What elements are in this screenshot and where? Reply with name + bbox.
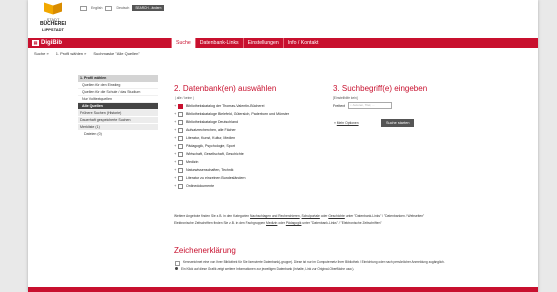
search-start-button[interactable]: Suche starten	[381, 119, 415, 127]
checkbox[interactable]	[178, 103, 183, 109]
select-all-none[interactable]: | alle / keine |	[175, 96, 194, 100]
breadcrumb: Suche » 1. Profil wählen » Suchmaske "Al…	[34, 51, 140, 56]
info-icon	[175, 267, 178, 270]
book-logo-icon	[44, 2, 62, 15]
de-flag-icon	[105, 5, 113, 11]
nav-tabs: Suche Datenbank-Links Einstellungen Info…	[171, 38, 322, 48]
sidebar-item-alle-quellen[interactable]: Alle Quellen	[78, 103, 158, 110]
database-list: + Bibliothekskatalog der Thomas-Valentin-…	[174, 102, 289, 190]
info-line-2: Elektronische Zeitschriften finden Sie z…	[174, 221, 382, 225]
expand-icon[interactable]: +	[174, 183, 177, 189]
breadcrumb-current: Suchmaske "Alle Quellen"	[93, 51, 140, 56]
sidebar-item-historie[interactable]: Frühere Suchen (Historie)	[78, 110, 158, 117]
expand-icon[interactable]: +	[174, 111, 177, 117]
schulportale-link[interactable]: Schulportale	[302, 214, 320, 218]
sidebar-item-schule[interactable]: Quellen für die Schule / das Studium	[78, 89, 158, 96]
list-item[interactable]: + Bibliothekskatalog der Thomas-Valentin-…	[174, 102, 289, 110]
list-item[interactable]: + Medizin	[174, 158, 289, 166]
checkbox[interactable]	[178, 127, 183, 133]
tab-datenbank-links[interactable]: Datenbank-Links	[194, 38, 243, 48]
tab-einstellungen[interactable]: Einstellungen	[242, 38, 283, 48]
search-placeholder: Autoren, Titel, ...	[352, 103, 375, 107]
info-line-1: Weitere Angebote finden Sie z.B. in den …	[174, 214, 425, 218]
expand-icon[interactable]: +	[174, 175, 177, 181]
checkbox[interactable]	[178, 183, 183, 189]
sidebar-item-gespeichert[interactable]: Dauerhaft gespeicherte Suchen	[78, 117, 158, 124]
checkbox[interactable]	[178, 143, 183, 149]
list-item[interactable]: + Literatur, Kunst, Kultur, Medien	[174, 134, 289, 142]
legend-row-licensed: Kennzeichnet eine von Ihrer Bibliothek f…	[175, 260, 535, 266]
checkbox[interactable]	[178, 175, 183, 181]
sidebar-item-merkliste[interactable]: Merkliste (1)	[78, 124, 158, 131]
search-row: Freitext ⌕ Autoren, Titel, ...	[333, 102, 392, 109]
geschichte-link[interactable]: Geschichte	[328, 214, 345, 218]
expand-icon[interactable]: +	[174, 119, 177, 125]
freitext-label: Freitext	[333, 103, 345, 108]
license-icon	[175, 260, 180, 266]
expand-icon[interactable]: +	[174, 135, 177, 141]
checkbox[interactable]	[178, 151, 183, 157]
checkbox[interactable]	[178, 135, 183, 141]
tab-info-kontakt[interactable]: Info / Kontakt	[282, 38, 323, 48]
paedagogik-link[interactable]: Pädagogik	[286, 221, 302, 225]
list-item[interactable]: + Naturwissenschaften, Technik	[174, 166, 289, 174]
library-logo[interactable]: STADT BÜCHEREI LIPPSTADT	[34, 2, 72, 34]
expand-icon[interactable]: +	[174, 151, 177, 157]
breadcrumb-suche[interactable]: Suche »	[34, 51, 49, 56]
tab-suche[interactable]: Suche	[171, 38, 195, 48]
checkbox[interactable]	[178, 111, 183, 117]
language-links: English Deutsch SEARCH - ändern	[80, 5, 165, 11]
checkbox[interactable]	[178, 167, 183, 173]
page: STADT BÜCHEREI LIPPSTADT English Deutsch…	[28, 0, 538, 292]
expand-icon[interactable]: +	[174, 127, 177, 133]
checkbox[interactable]	[178, 159, 183, 165]
list-item[interactable]: + Onlinedokumente	[174, 182, 289, 190]
sidebar: 1. Profil wählen Quellen für den Einstie…	[78, 75, 158, 137]
footer-bar	[28, 287, 538, 292]
deutsch-link[interactable]: Deutsch	[116, 6, 129, 10]
top-bar: STADT BÜCHEREI LIPPSTADT English Deutsch…	[28, 0, 538, 38]
digibib-brand[interactable]: ▤ DigiBib	[32, 39, 62, 47]
section3-title: 3. Suchbegriff(e) eingeben	[333, 84, 428, 93]
expand-icon[interactable]: +	[174, 167, 177, 173]
uk-flag-icon	[80, 5, 87, 11]
expand-icon[interactable]: +	[174, 143, 177, 149]
search-change-button[interactable]: SEARCH - ändern	[132, 5, 165, 11]
brand-label: DigiBib	[41, 40, 62, 46]
sidebar-item-volltext[interactable]: Nur Volltextquellen	[78, 96, 158, 103]
list-item[interactable]: + Wirtschaft, Gesellschaft, Geschichte	[174, 150, 289, 158]
sidebar-header: 1. Profil wählen	[78, 75, 158, 82]
search-input[interactable]: ⌕ Autoren, Titel, ...	[347, 102, 392, 109]
einstellhilfe-label: [Einstellhilfe kein]	[333, 96, 358, 100]
mehr-optionen-link[interactable]: » Mehr Optionen	[334, 121, 359, 125]
logo-line3: LIPPSTADT	[42, 27, 64, 32]
list-item[interactable]: + Literatur zu einzelnen Bundesländern	[174, 174, 289, 182]
medizin-link[interactable]: Medizin	[266, 221, 277, 225]
digibib-logo-icon: ▤	[32, 40, 39, 46]
expand-icon[interactable]: +	[174, 159, 177, 165]
search-icon: ⌕	[349, 103, 352, 107]
legend-row-info: Ein Klick auf diese Grafik zeigt weitere…	[175, 267, 535, 272]
section2-title: 2. Datenbank(en) auswählen	[174, 84, 277, 93]
legend: Kennzeichnet eine von Ihrer Bibliothek f…	[175, 260, 535, 272]
english-link[interactable]: English	[91, 6, 102, 10]
legend-title: Zeichenerklärung	[174, 246, 236, 255]
list-item[interactable]: + Bibliothekskataloge Deutschland	[174, 118, 289, 126]
breadcrumb-profil[interactable]: 1. Profil wählen »	[56, 51, 87, 56]
nachschlagen-link[interactable]: Nachschlagen und Recherchieren	[250, 214, 300, 218]
list-item[interactable]: + Aufsatzrecherchen, alle Fächer	[174, 126, 289, 134]
main-nav: ▤ DigiBib Suche Datenbank-Links Einstell…	[28, 38, 538, 48]
sidebar-item-einstieg[interactable]: Quellen für den Einstieg	[78, 82, 158, 89]
expand-icon[interactable]: +	[174, 103, 177, 109]
sidebar-item-dateien[interactable]: Dateien (0)	[78, 131, 158, 137]
list-item[interactable]: + Bibliothekskataloge Bielefeld, Güterslo…	[174, 110, 289, 118]
list-item[interactable]: + Pädagogik, Psychologie, Sport	[174, 142, 289, 150]
checkbox[interactable]	[178, 119, 183, 125]
